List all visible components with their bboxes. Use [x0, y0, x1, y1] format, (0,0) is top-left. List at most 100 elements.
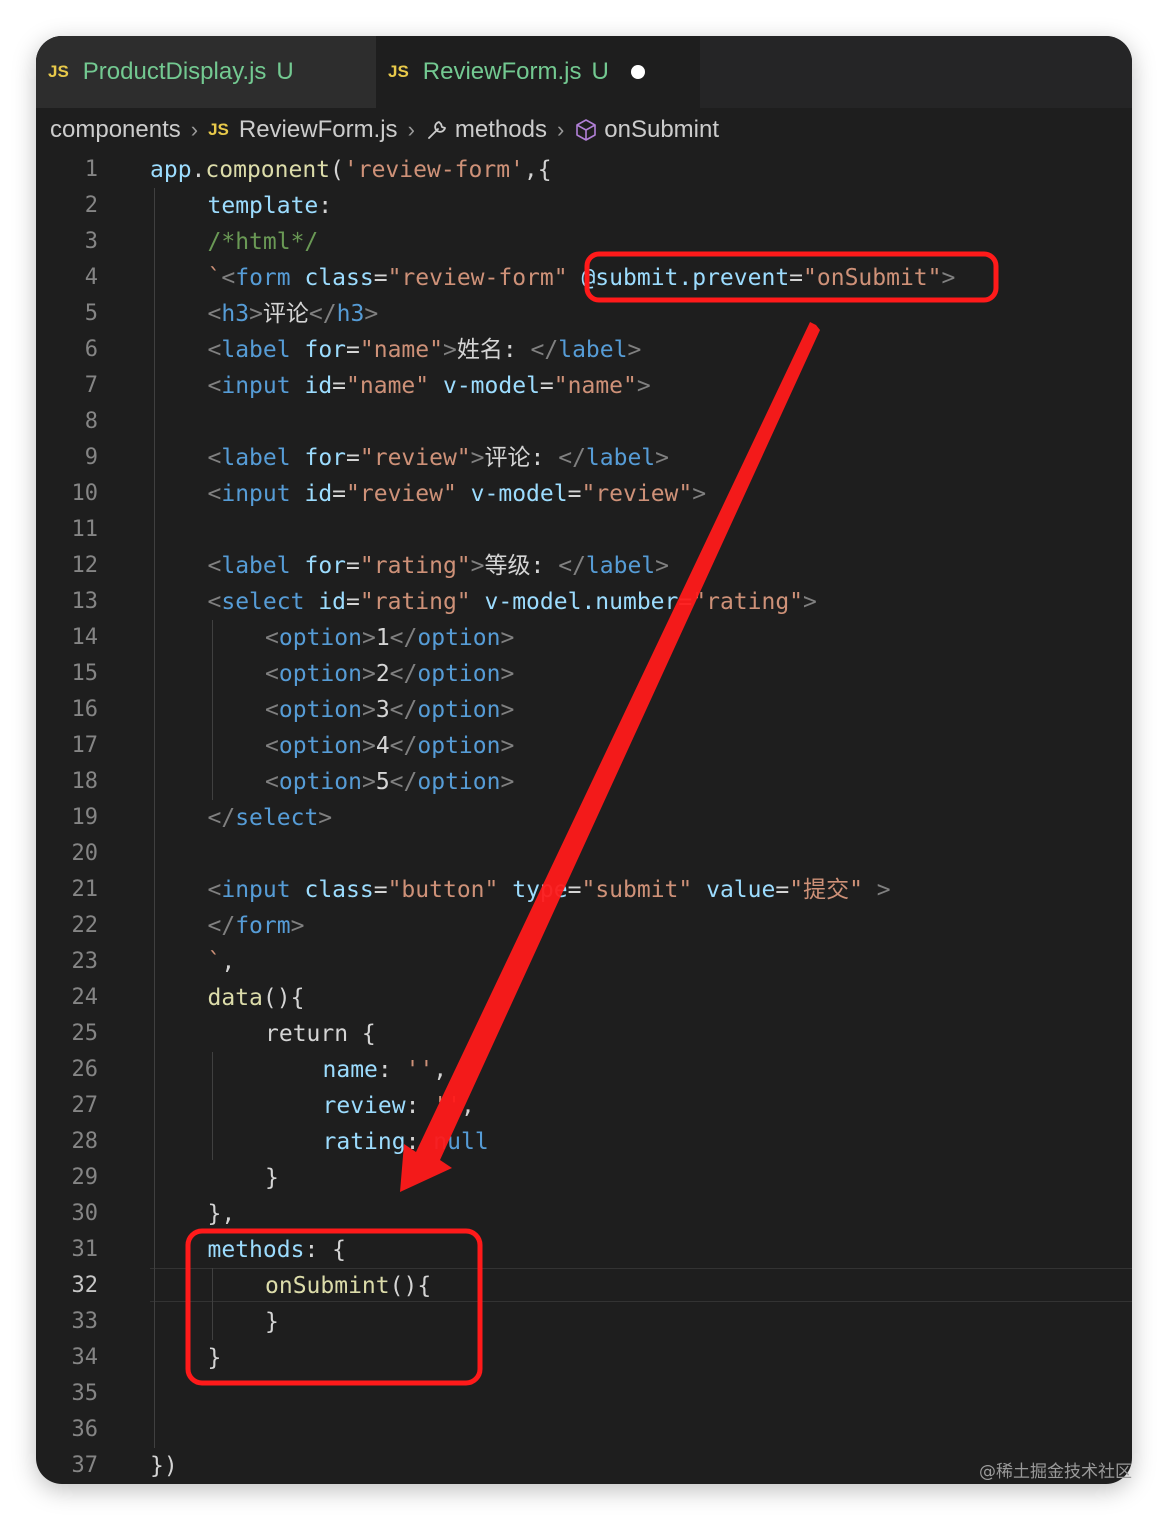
line-number: 31	[71, 1237, 99, 1262]
code-token: >	[361, 697, 376, 723]
code-token: >	[500, 697, 515, 723]
line-number: 17	[71, 733, 99, 758]
tab-status-badge: U	[276, 58, 294, 85]
code-line[interactable]: 14 <option>1</option>	[36, 620, 1132, 656]
code-line[interactable]: 34}	[36, 1340, 1132, 1376]
code-line[interactable]: 8	[36, 404, 1132, 440]
code-token: rating	[322, 1129, 406, 1155]
code-token: class	[304, 265, 374, 291]
code-token: type	[512, 877, 568, 903]
indent-guide	[211, 620, 213, 800]
code-token: <	[265, 625, 279, 651]
code-line[interactable]: 16 <option>3</option>	[36, 692, 1132, 728]
code-token: id	[304, 481, 333, 507]
code-line[interactable]: 24 data(){	[36, 980, 1132, 1016]
code-token: =	[539, 373, 554, 399]
code-line[interactable]: 11	[36, 512, 1132, 548]
code-token: select	[221, 589, 305, 615]
breadcrumb-file[interactable]: ReviewForm.js	[239, 116, 398, 144]
code-line[interactable]: 26 name: '',	[36, 1052, 1132, 1088]
tab-label: ReviewForm.js	[422, 58, 582, 85]
code-line[interactable]: 1 app.component('review-form',{	[36, 152, 1132, 188]
code-token: onSubmint	[265, 1273, 390, 1299]
code-token: >	[290, 913, 305, 939]
code-token: "name"	[553, 373, 637, 399]
js-file-icon: JS	[388, 62, 409, 81]
code-text: </form>	[208, 908, 305, 944]
breadcrumb-section[interactable]: methods	[455, 116, 547, 144]
code-line[interactable]: 37})	[36, 1448, 1132, 1484]
code-token: option	[417, 697, 501, 723]
code-line[interactable]: 12 <label for="rating">等级: </label>	[36, 548, 1132, 584]
code-text: <label for="review">评论: </label>	[208, 440, 670, 476]
code-line[interactable]: 7 <input id="name" v-model="name">	[36, 368, 1132, 404]
code-token: :	[318, 193, 333, 219]
code-token: review	[322, 1093, 406, 1119]
code-line[interactable]: 4 `<form class="review-form" @submit.prev…	[36, 260, 1132, 296]
code-token: :	[377, 1057, 406, 1083]
code-line[interactable]: 31 methods: {	[36, 1232, 1132, 1268]
code-line[interactable]: 21 <input class="button" type="submit" va…	[36, 872, 1132, 908]
code-line[interactable]: 6 <label for="name">姓名: </label>	[36, 332, 1132, 368]
code-token: >	[500, 661, 515, 687]
line-number: 22	[71, 913, 99, 938]
code-line[interactable]: 3 /*html*/	[36, 224, 1132, 260]
code-line[interactable]: 15 <option>2</option>	[36, 656, 1132, 692]
code-line[interactable]: 19 </select>	[36, 800, 1132, 836]
breadcrumb-folder[interactable]: components	[50, 116, 181, 144]
code-text: return {	[265, 1016, 376, 1052]
code-line[interactable]: 32 onSubmint(){	[36, 1268, 1132, 1304]
code-line[interactable]: 36	[36, 1412, 1132, 1448]
code-line[interactable]: 25 return {	[36, 1016, 1132, 1052]
code-line[interactable]: 20	[36, 836, 1132, 872]
code-token: "提交"	[789, 877, 863, 903]
tab-review-form[interactable]: JS ReviewForm.js U	[376, 36, 700, 108]
code-line[interactable]: 30},	[36, 1196, 1132, 1232]
code-token: : {	[304, 1237, 346, 1263]
code-text: `,	[208, 944, 236, 980]
code-token: <	[207, 481, 222, 507]
code-token: component	[205, 157, 331, 183]
code-line[interactable]: 23 `,	[36, 944, 1132, 980]
code-line[interactable]: 9 <label for="review">评论: </label>	[36, 440, 1132, 476]
watermark: @稀土掘金技术社区	[979, 1462, 1132, 1482]
code-line[interactable]: 5 <h3>评论</h3>	[36, 296, 1132, 332]
code-token: label	[585, 553, 656, 579]
code-token: ,	[221, 949, 236, 975]
code-token: label	[558, 337, 628, 363]
code-token: option	[417, 661, 501, 687]
code-token: 评论	[262, 301, 309, 327]
code-line[interactable]: 18 <option>5</option>	[36, 764, 1132, 800]
code-token: </	[389, 697, 418, 723]
code-line[interactable]: 27 review: '',	[36, 1088, 1132, 1124]
code-token: "submit"	[581, 877, 693, 903]
code-token: }	[265, 1309, 279, 1335]
code-token: =	[678, 589, 693, 615]
code-line[interactable]: 35	[36, 1376, 1132, 1412]
breadcrumb-symbol[interactable]: onSubmint	[604, 116, 719, 144]
line-number: 5	[84, 301, 98, 326]
code-token: "name"	[359, 337, 443, 363]
code-token: <	[265, 661, 279, 687]
code-line[interactable]: 29}	[36, 1160, 1132, 1196]
code-token: >	[361, 625, 376, 651]
chevron-right-icon: ›	[407, 117, 415, 142]
code-line[interactable]: 33}	[36, 1304, 1132, 1340]
code-token: name	[322, 1057, 378, 1083]
unsaved-dot-icon[interactable]	[630, 65, 645, 79]
code-line[interactable]: 28 rating: null	[36, 1124, 1132, 1160]
code-token: v-model	[442, 373, 540, 399]
line-number: 23	[71, 949, 99, 974]
line-number: 35	[71, 1381, 99, 1406]
code-line[interactable]: 10 <input id="review" v-model="review">	[36, 476, 1132, 512]
code-token: 姓名:	[456, 337, 531, 363]
tab-product-display[interactable]: JS ProductDisplay.js U	[36, 36, 376, 108]
code-token: methods	[207, 1237, 305, 1263]
code-line[interactable]: 13 <select id="rating" v-model.number="ra…	[36, 584, 1132, 620]
code-line[interactable]: 22 </form>	[36, 908, 1132, 944]
code-line[interactable]: 2 template:	[36, 188, 1132, 224]
code-line[interactable]: 17 <option>4</option>	[36, 728, 1132, 764]
